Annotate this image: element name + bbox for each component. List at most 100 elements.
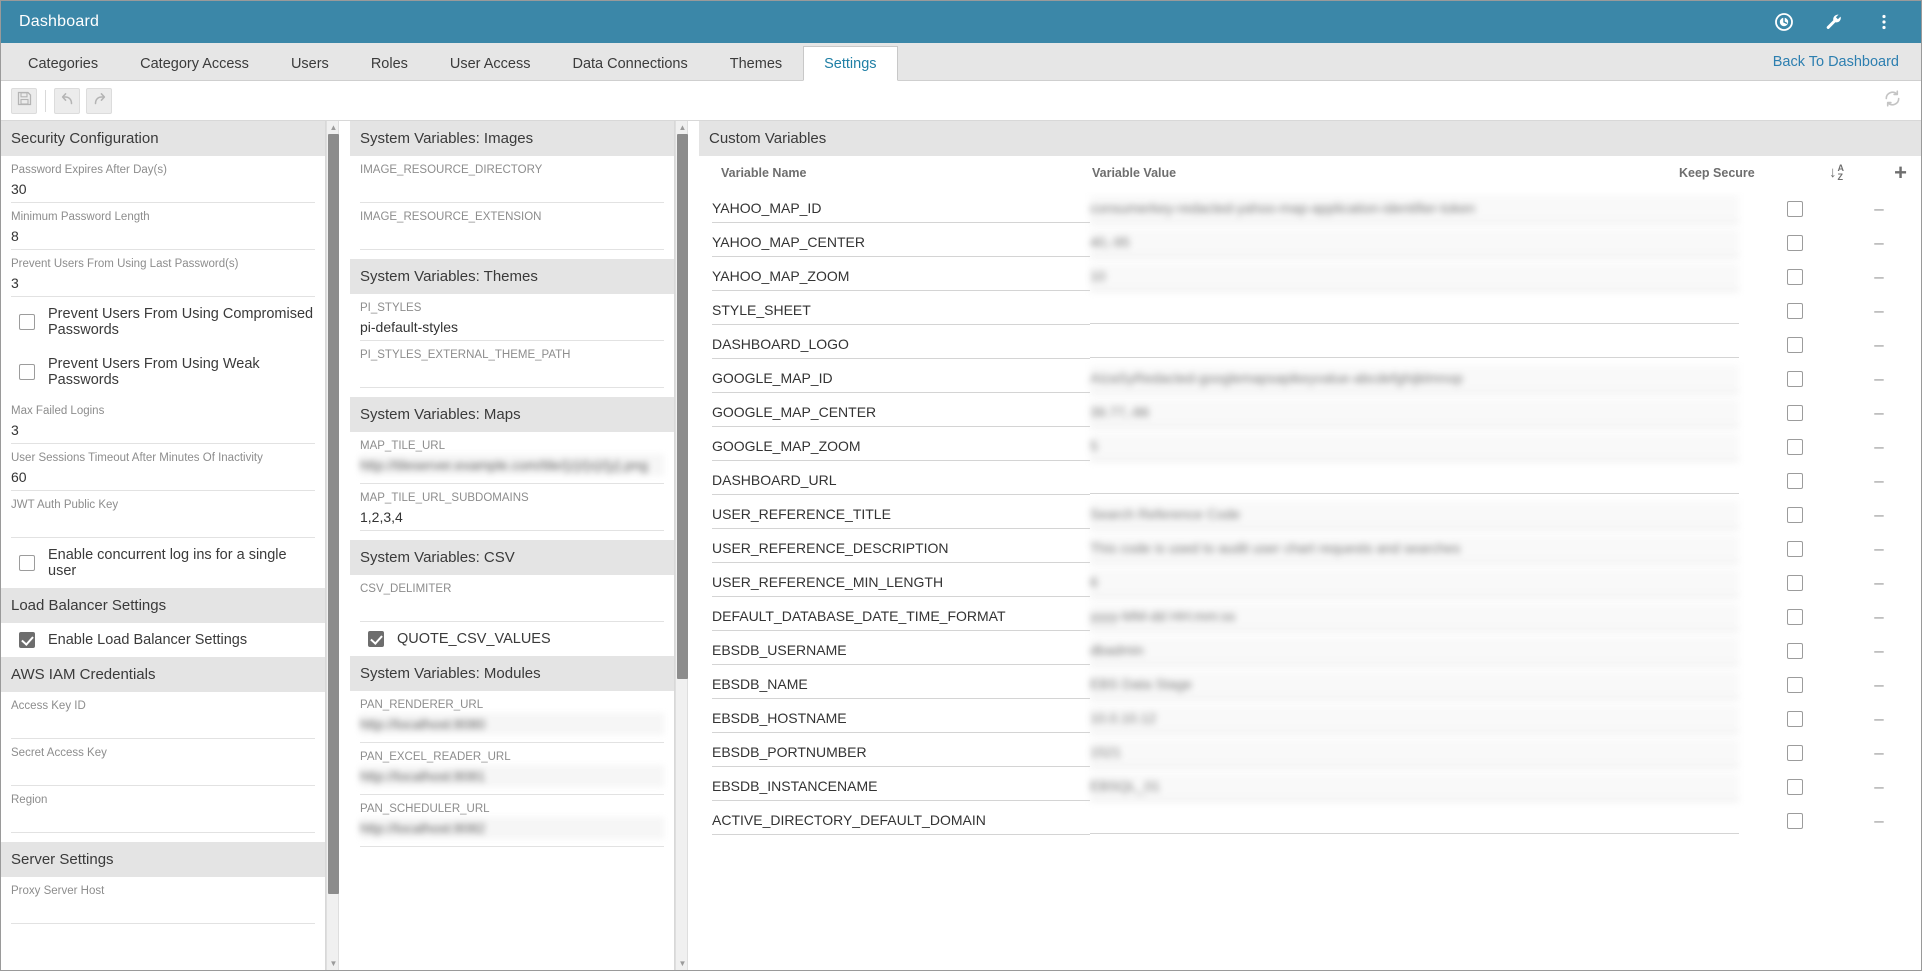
remove-row-button[interactable]: –: [1874, 306, 1883, 316]
keep-secure-checkbox[interactable]: [1787, 235, 1803, 251]
remove-row-button[interactable]: –: [1874, 646, 1883, 656]
keep-secure-checkbox[interactable]: [1787, 405, 1803, 421]
keep-secure-checkbox[interactable]: [1787, 677, 1803, 693]
tab-roles[interactable]: Roles: [350, 46, 429, 80]
field-secret-access-key[interactable]: Secret Access Key: [11, 739, 315, 786]
variable-value-input[interactable]: 6: [1090, 569, 1739, 597]
keep-secure-checkbox[interactable]: [1787, 473, 1803, 489]
field-value[interactable]: [11, 808, 315, 830]
checkbox-row-prevent-weak-passwords[interactable]: Prevent Users From Using Weak Passwords: [11, 347, 315, 397]
tab-themes[interactable]: Themes: [709, 46, 803, 80]
variable-name-input[interactable]: USER_REFERENCE_DESCRIPTION: [712, 535, 1090, 563]
variable-name-input[interactable]: USER_REFERENCE_MIN_LENGTH: [712, 569, 1090, 597]
variable-name-input[interactable]: GOOGLE_MAP_CENTER: [712, 399, 1090, 427]
variable-value-input[interactable]: consumerkey-redacted-yahoo-map-applicati…: [1090, 195, 1739, 223]
remove-row-button[interactable]: –: [1874, 272, 1883, 282]
sort-az-icon[interactable]: ↓ A Z: [1829, 164, 1844, 182]
field-minimum-password-length[interactable]: Minimum Password Length 8: [11, 203, 315, 250]
keep-secure-checkbox[interactable]: [1787, 303, 1803, 319]
field-map-tile-url-subdomains[interactable]: MAP_TILE_URL_SUBDOMAINS 1,2,3,4: [360, 484, 664, 531]
variable-value-input[interactable]: [1090, 469, 1739, 494]
variable-value-input[interactable]: 39.77,-86: [1090, 399, 1739, 427]
field-pan-scheduler-url[interactable]: PAN_SCHEDULER_URL http://localhost:8082: [360, 795, 664, 847]
clock-icon[interactable]: [1773, 11, 1795, 33]
keep-secure-checkbox[interactable]: [1787, 201, 1803, 217]
field-value[interactable]: http://localhost:8082: [360, 817, 664, 839]
field-session-timeout[interactable]: User Sessions Timeout After Minutes Of I…: [11, 444, 315, 491]
field-image-resource-extension[interactable]: IMAGE_RESOURCE_EXTENSION: [360, 203, 664, 250]
tab-settings[interactable]: Settings: [803, 46, 897, 81]
field-value[interactable]: 3: [11, 272, 315, 294]
keep-secure-checkbox[interactable]: [1787, 609, 1803, 625]
field-pi-styles-external-theme-path[interactable]: PI_STYLES_EXTERNAL_THEME_PATH: [360, 341, 664, 388]
checkbox-enable-load-balancer[interactable]: [19, 632, 35, 648]
remove-row-button[interactable]: –: [1874, 680, 1883, 690]
field-csv-delimiter[interactable]: CSV_DELIMITER: [360, 575, 664, 622]
field-pi-styles[interactable]: PI_STYLES pi-default-styles: [360, 294, 664, 341]
redo-button[interactable]: [86, 88, 112, 114]
variable-value-input[interactable]: 5: [1090, 433, 1739, 461]
checkbox-row-enable-load-balancer[interactable]: Enable Load Balancer Settings: [11, 623, 315, 657]
tab-data-connections[interactable]: Data Connections: [551, 46, 708, 80]
remove-row-button[interactable]: –: [1874, 340, 1883, 350]
remove-row-button[interactable]: –: [1874, 238, 1883, 248]
tab-user-access[interactable]: User Access: [429, 46, 552, 80]
variable-name-input[interactable]: EBSDB_PORTNUMBER: [712, 739, 1090, 767]
variable-value-input[interactable]: AIzaSyRedacted-googlemapsapikeyvalue-abc…: [1090, 365, 1739, 393]
wrench-icon[interactable]: [1823, 11, 1845, 33]
field-region[interactable]: Region: [11, 786, 315, 833]
variable-value-input[interactable]: 1521: [1090, 739, 1739, 767]
variable-value-input[interactable]: 40,-95: [1090, 229, 1739, 257]
field-value[interactable]: [11, 714, 315, 736]
variable-name-input[interactable]: YAHOO_MAP_ZOOM: [712, 263, 1090, 291]
variable-value-input[interactable]: EBS Data Stage: [1090, 671, 1739, 699]
undo-button[interactable]: [54, 88, 80, 114]
variable-name-input[interactable]: EBSDB_USERNAME: [712, 637, 1090, 665]
keep-secure-checkbox[interactable]: [1787, 745, 1803, 761]
variable-value-input[interactable]: dbadmin: [1090, 637, 1739, 665]
remove-row-button[interactable]: –: [1874, 408, 1883, 418]
add-variable-button[interactable]: +: [1894, 166, 1907, 180]
back-to-dashboard-link[interactable]: Back To Dashboard: [1773, 43, 1921, 80]
checkbox-row-enable-concurrent-logins[interactable]: Enable concurrent log ins for a single u…: [11, 538, 315, 588]
variable-value-input[interactable]: [1090, 333, 1739, 358]
variable-value-input[interactable]: [1090, 809, 1739, 834]
scroll-down-arrow-icon[interactable]: ▼: [676, 957, 689, 970]
field-value[interactable]: 30: [11, 178, 315, 200]
field-pan-excel-reader-url[interactable]: PAN_EXCEL_READER_URL http://localhost:80…: [360, 743, 664, 795]
variable-name-input[interactable]: EBSDB_HOSTNAME: [712, 705, 1090, 733]
variable-value-input[interactable]: Search Reference Code: [1090, 501, 1739, 529]
keep-secure-checkbox[interactable]: [1787, 439, 1803, 455]
variable-name-input[interactable]: USER_REFERENCE_TITLE: [712, 501, 1090, 529]
field-value[interactable]: 60: [11, 466, 315, 488]
field-value[interactable]: [11, 513, 315, 535]
field-jwt-auth-public-key[interactable]: JWT Auth Public Key: [11, 491, 315, 538]
field-value[interactable]: http://tileserver.example.com/tile/{z}/{…: [360, 454, 664, 476]
variable-value-input[interactable]: yyyy-MM-dd HH:mm:ss: [1090, 603, 1739, 631]
keep-secure-checkbox[interactable]: [1787, 813, 1803, 829]
checkbox-prevent-weak-passwords[interactable]: [19, 364, 35, 380]
field-value[interactable]: 1,2,3,4: [360, 506, 664, 528]
field-pan-renderer-url[interactable]: PAN_RENDERER_URL http://localhost:8080: [360, 691, 664, 743]
variable-name-input[interactable]: ACTIVE_DIRECTORY_DEFAULT_DOMAIN: [712, 807, 1090, 835]
keep-secure-checkbox[interactable]: [1787, 371, 1803, 387]
field-value[interactable]: http://localhost:8080: [360, 713, 664, 735]
field-max-failed-logins[interactable]: Max Failed Logins 3: [11, 397, 315, 444]
remove-row-button[interactable]: –: [1874, 204, 1883, 214]
field-password-expires[interactable]: Password Expires After Day(s) 30: [11, 156, 315, 203]
tab-categories[interactable]: Categories: [7, 46, 119, 80]
variable-name-input[interactable]: YAHOO_MAP_CENTER: [712, 229, 1090, 257]
variable-name-input[interactable]: STYLE_SHEET: [712, 297, 1090, 325]
remove-row-button[interactable]: –: [1874, 374, 1883, 384]
field-value[interactable]: [360, 178, 664, 200]
scroll-down-arrow-icon[interactable]: ▼: [327, 957, 340, 970]
save-button[interactable]: [11, 88, 37, 114]
mid-column-scrollbar[interactable]: ▲ ▼: [675, 121, 688, 970]
field-value[interactable]: 8: [11, 225, 315, 247]
field-proxy-server-host[interactable]: Proxy Server Host: [11, 877, 315, 924]
tab-users[interactable]: Users: [270, 46, 350, 80]
keep-secure-checkbox[interactable]: [1787, 575, 1803, 591]
remove-row-button[interactable]: –: [1874, 782, 1883, 792]
scrollbar-thumb[interactable]: [328, 134, 339, 894]
variable-name-input[interactable]: EBSDB_NAME: [712, 671, 1090, 699]
